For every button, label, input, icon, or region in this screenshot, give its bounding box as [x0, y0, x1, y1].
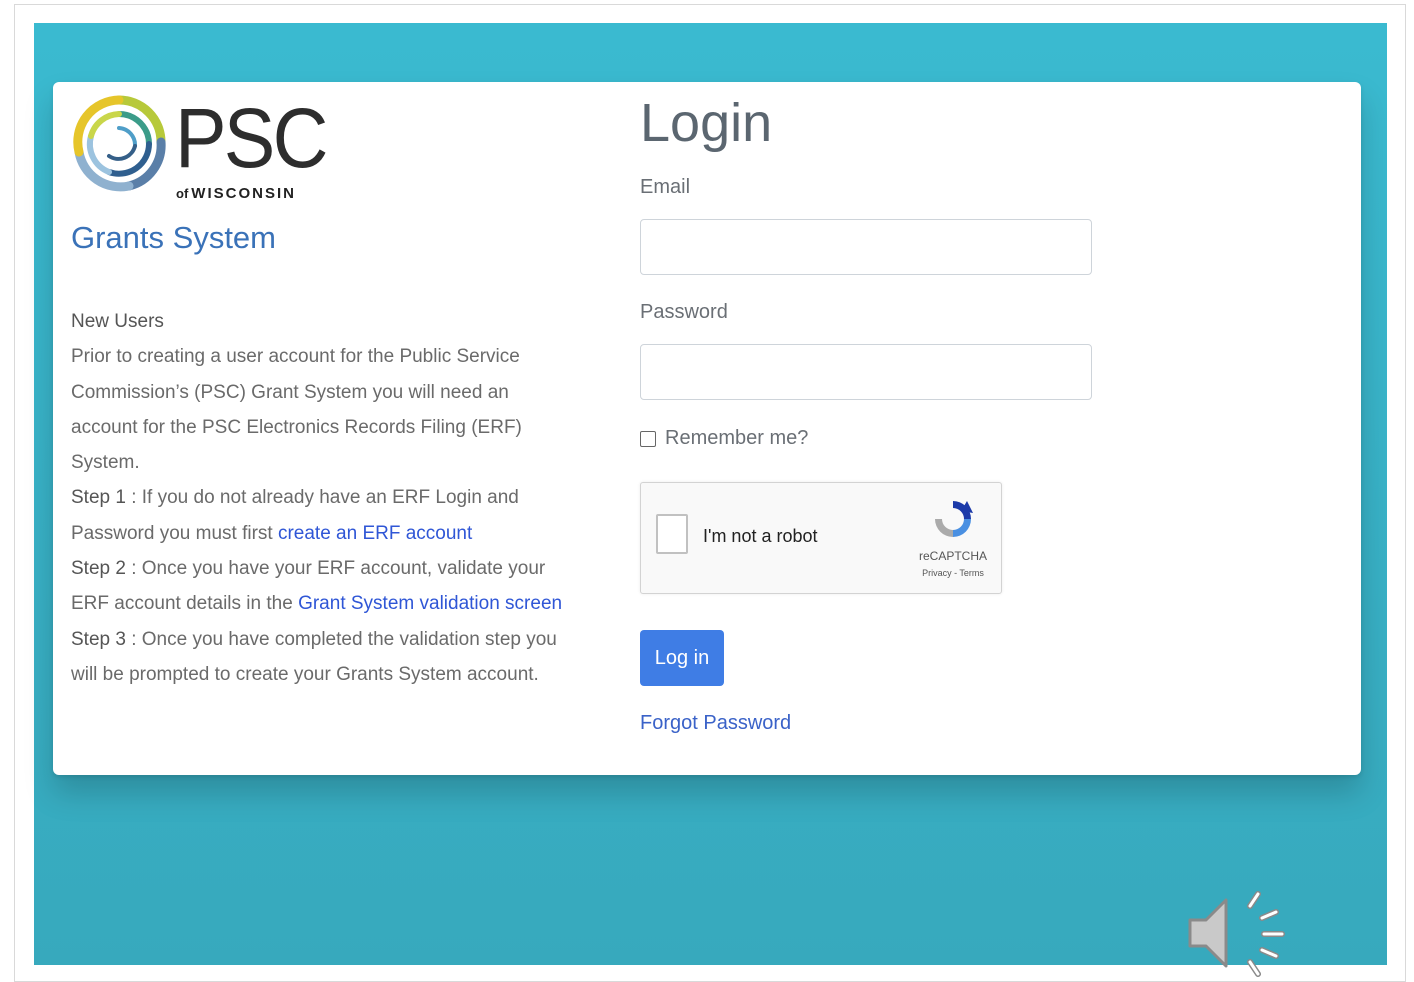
- logo-sub-state: WISCONSIN: [191, 185, 296, 202]
- step-3-label: Step 3: [71, 628, 126, 650]
- email-label: Email: [640, 176, 691, 198]
- step-3-text: : Once you have completed the validation…: [71, 628, 557, 685]
- system-title: Grants System: [71, 220, 276, 255]
- email-field[interactable]: [640, 219, 1092, 275]
- forgot-password-link[interactable]: Forgot Password: [640, 712, 791, 735]
- step-1-label: Step 1: [71, 487, 126, 509]
- recaptcha-label: I'm not a robot: [703, 526, 818, 546]
- login-title: Login: [640, 93, 773, 153]
- recaptcha-brand: reCAPTCHA: [918, 549, 987, 563]
- validation-screen-link[interactable]: Grant System validation screen: [298, 593, 562, 614]
- recaptcha-checkbox[interactable]: [656, 514, 688, 554]
- psc-logo: PSC of WISCONSIN: [69, 90, 328, 208]
- password-label: Password: [640, 301, 728, 323]
- remember-me-checkbox[interactable]: [640, 430, 656, 447]
- log-in-button[interactable]: Log in: [640, 630, 724, 686]
- recaptcha-widget: I'm not a robot reCAPTCHA Privacy - Term…: [640, 482, 1002, 594]
- speaker-icon[interactable]: [1186, 886, 1290, 978]
- password-field[interactable]: [640, 344, 1092, 400]
- remember-me-label: Remember me?: [665, 427, 809, 449]
- new-users-intro: Prior to creating a user account for the…: [71, 346, 522, 474]
- new-users-heading: New Users: [71, 311, 164, 332]
- step-1: Step 1 : If you do not already have an E…: [71, 480, 571, 551]
- psc-swirl-logo-icon: [73, 95, 166, 192]
- logo-subtitle: of WISCONSIN: [176, 186, 296, 202]
- step-3: Step 3 : Once you have completed the val…: [71, 622, 571, 693]
- create-erf-account-link[interactable]: create an ERF account: [278, 523, 472, 544]
- remember-me[interactable]: Remember me?: [640, 427, 808, 450]
- step-2: Step 2 : Once you have your ERF account,…: [71, 551, 571, 622]
- recaptcha-icon: [935, 501, 973, 537]
- login-card: PSC of WISCONSIN Grants System New Users …: [53, 82, 1361, 775]
- new-users-info: New Users Prior to creating a user accou…: [71, 304, 571, 692]
- step-2-label: Step 2: [71, 558, 126, 580]
- logo-wordmark: PSC: [175, 91, 328, 185]
- logo-sub-of: of: [176, 186, 189, 201]
- recaptcha-terms-link[interactable]: Privacy - Terms: [903, 568, 1003, 578]
